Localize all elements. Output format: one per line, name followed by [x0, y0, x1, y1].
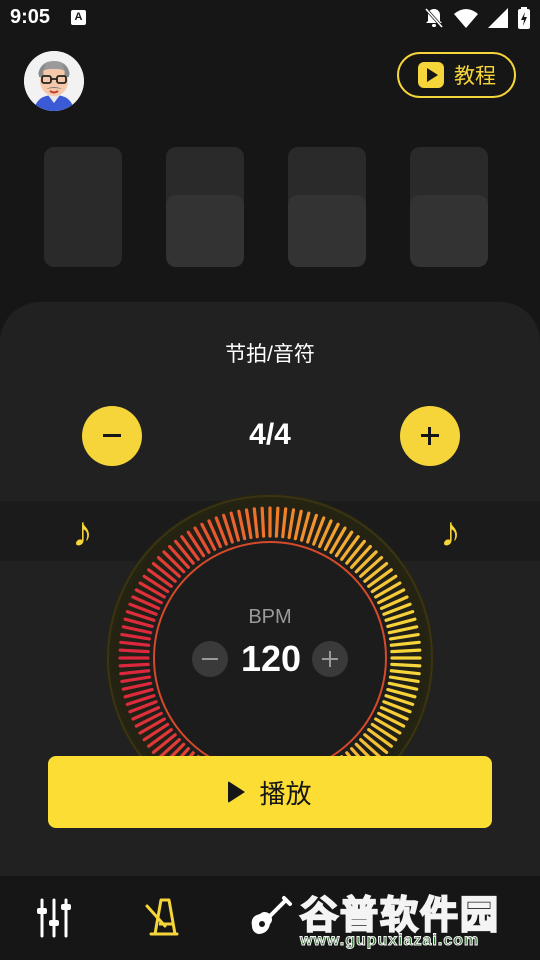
- nav-item-metronome[interactable]: [135, 894, 191, 942]
- beat-block-3[interactable]: [288, 147, 366, 267]
- beat-block-level: [410, 195, 488, 267]
- meter-increase-button[interactable]: [400, 406, 460, 466]
- avatar-illustration: [24, 51, 84, 111]
- plus-icon-v: [428, 427, 431, 445]
- status-icons: [424, 6, 530, 30]
- play-label: 播放: [259, 778, 312, 809]
- mixer-icon: [37, 898, 71, 938]
- watermark-text: 谷普软件园: [299, 894, 501, 938]
- minus-icon: [202, 658, 218, 660]
- tutorial-label: 教程: [454, 65, 496, 88]
- notifications-off-icon: [424, 8, 444, 28]
- signal-icon: [488, 8, 508, 28]
- beat-block-2[interactable]: [166, 147, 244, 267]
- nav-item-guitar[interactable]: [242, 894, 298, 942]
- play-button[interactable]: 播放: [48, 756, 492, 828]
- meter-decrease-button[interactable]: [82, 406, 142, 466]
- beat-block-level: [166, 195, 244, 267]
- bpm-label: BPM: [248, 606, 292, 628]
- panel-title: 节拍/音符: [225, 343, 315, 366]
- metronome-icon: [145, 898, 179, 936]
- status-time: 9:05: [10, 6, 51, 28]
- video-play-icon: [418, 62, 444, 88]
- play-icon: [228, 781, 246, 803]
- guitar-icon: [251, 896, 292, 934]
- wifi-icon: [454, 9, 478, 28]
- bpm-increase-button[interactable]: [312, 641, 348, 677]
- tutorial-button[interactable]: 教程: [397, 52, 516, 98]
- bpm-decrease-button[interactable]: [192, 641, 228, 677]
- minus-icon: [103, 434, 121, 437]
- keyboard-a-icon: A: [71, 10, 86, 25]
- beat-block-1[interactable]: [44, 147, 122, 267]
- bpm-value: 120: [240, 638, 302, 679]
- status-bar: 9:05 A: [0, 0, 540, 36]
- beat-block-4[interactable]: [410, 147, 488, 267]
- plus-icon-v: [329, 651, 331, 667]
- avatar[interactable]: [24, 51, 84, 111]
- battery-charging-icon: [518, 7, 530, 29]
- note-icon-right[interactable]: ♪: [440, 510, 461, 554]
- note-icon-left[interactable]: ♪: [72, 510, 93, 554]
- watermark-url: www.gupuxiazai.com: [299, 932, 480, 950]
- nav-item-mixer[interactable]: [26, 894, 82, 942]
- meter-value: 4/4: [249, 418, 291, 451]
- beat-block-level: [288, 195, 366, 267]
